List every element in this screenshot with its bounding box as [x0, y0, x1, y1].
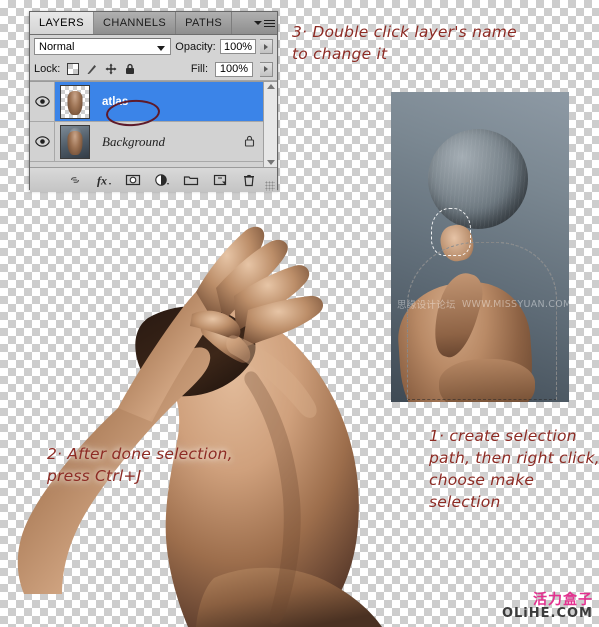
layers-panel[interactable]: LAYERS CHANNELS PATHS Normal Opacity: 10…	[29, 11, 278, 192]
photoshop-tutorial-canvas: 思缘设计论坛 WWW.MISSYUAN.COM LAYERS CHANNELS …	[0, 0, 599, 627]
photo-figure-leg	[439, 358, 536, 402]
chevron-down-icon	[253, 21, 262, 25]
layer-locked-icon	[244, 135, 255, 147]
site-watermark: 活力盒子 OLiHE.COM	[501, 591, 593, 622]
fill-input[interactable]: 100%	[215, 61, 253, 77]
figure-spine-shading	[244, 371, 301, 625]
lock-all-icon[interactable]	[124, 63, 136, 75]
link-layers-icon[interactable]	[67, 172, 83, 188]
tab-paths-label: PATHS	[185, 17, 223, 29]
annotation-step-1: 1· create selection path, then right cli…	[429, 427, 599, 511]
opacity-label: Opacity:	[175, 40, 216, 53]
lock-row: Lock: Fill: 100%	[30, 58, 277, 81]
tab-layers-label: LAYERS	[39, 17, 84, 29]
eye-icon	[34, 96, 50, 107]
scroll-down-icon[interactable]	[266, 160, 275, 165]
source-photo-with-selection: 思缘设计论坛 WWW.MISSYUAN.COM	[391, 92, 569, 402]
layer-row-background[interactable]: Background	[30, 122, 277, 162]
tab-paths[interactable]: PATHS	[176, 12, 233, 34]
layer-list[interactable]: atlas Background	[30, 81, 277, 167]
opacity-stepper[interactable]	[260, 39, 273, 54]
eye-icon	[34, 136, 50, 147]
opacity-input[interactable]: 100%	[219, 39, 257, 54]
figure-hip	[196, 567, 382, 627]
scroll-up-icon[interactable]	[266, 84, 275, 89]
layer-visibility-toggle-background[interactable]	[30, 122, 55, 161]
lock-label: Lock:	[34, 63, 61, 75]
lock-transparent-pixels-icon[interactable]	[67, 63, 80, 75]
photo-figure-hand	[437, 222, 477, 265]
panel-tabbar: LAYERS CHANNELS PATHS	[30, 12, 277, 35]
tab-channels[interactable]: CHANNELS	[94, 12, 177, 34]
exercise-ball	[428, 128, 529, 229]
fill-stepper[interactable]	[260, 61, 273, 77]
layer-name-background[interactable]: Background	[102, 134, 165, 150]
blend-mode-select[interactable]: Normal	[34, 38, 172, 55]
figure-shoulder-highlight	[226, 335, 317, 418]
layer-style-fx-icon[interactable]: fx	[96, 172, 112, 188]
figure-forearm	[118, 269, 235, 422]
annotation-step-3: 3· Double click layer's name to change i…	[292, 23, 517, 63]
fill-label: Fill:	[190, 63, 208, 75]
delete-layer-trash-icon[interactable]	[241, 172, 257, 188]
layer-list-scrollbar[interactable]	[263, 82, 277, 167]
blend-mode-value: Normal	[39, 40, 75, 53]
tab-channels-label: CHANNELS	[103, 17, 167, 29]
figure-hand	[190, 226, 324, 363]
tabbar-spacer	[232, 12, 251, 34]
lock-position-icon[interactable]	[105, 63, 117, 75]
svg-text:fx: fx	[97, 174, 107, 188]
site-watermark-en: OLiHE.COM	[501, 606, 593, 622]
new-adjustment-layer-icon[interactable]	[154, 172, 170, 188]
add-layer-mask-icon[interactable]	[125, 172, 141, 188]
new-group-folder-icon[interactable]	[183, 172, 199, 188]
layer-visibility-toggle-atlas[interactable]	[30, 82, 55, 121]
cutout-figure	[17, 226, 382, 627]
site-watermark-cn: 活力盒子	[533, 591, 593, 608]
blend-mode-row: Normal Opacity: 100%	[30, 35, 277, 58]
layers-panel-toolbar: fx	[30, 167, 277, 192]
annotation-step-2: 2· After done selection, press Ctrl+J	[47, 445, 233, 485]
new-layer-icon[interactable]	[212, 172, 228, 188]
layer-row-atlas[interactable]: atlas	[30, 82, 277, 122]
layer-name-atlas[interactable]: atlas	[102, 96, 128, 108]
figure-head	[135, 306, 256, 397]
panel-menu-icon[interactable]	[251, 12, 277, 34]
tab-layers[interactable]: LAYERS	[30, 12, 94, 34]
hamburger-icon	[263, 19, 275, 27]
panel-resize-grip[interactable]	[265, 181, 275, 191]
layer-thumbnail-atlas[interactable]	[60, 84, 90, 119]
lock-image-pixels-icon[interactable]	[86, 63, 98, 75]
layer-thumbnail-background[interactable]	[60, 124, 90, 159]
chevron-down-icon	[157, 46, 166, 51]
